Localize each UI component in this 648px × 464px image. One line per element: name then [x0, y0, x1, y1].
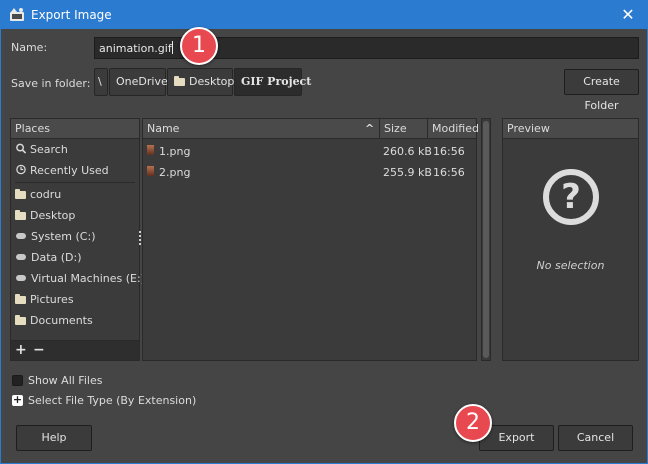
image-file-icon — [147, 145, 154, 155]
file-name-cell: 2.png — [159, 166, 191, 179]
select-file-type-label[interactable]: Select File Type (By Extension) — [28, 394, 196, 407]
folder-icon — [15, 294, 26, 304]
export-image-dialog: Export Image ✕ Name: animation.gif Save … — [0, 0, 648, 464]
place-documents-label: Documents — [30, 314, 93, 327]
place-search-label: Search — [30, 143, 68, 156]
places-panel: Places Search Recently Used codru Deskto… — [10, 118, 145, 361]
place-pictures-label: Pictures — [30, 293, 74, 306]
breadcrumb-onedrive-label: OneDrive — [116, 75, 168, 88]
place-recently-used[interactable]: Recently Used — [11, 161, 139, 182]
preview-panel: Preview ? No selection — [502, 118, 639, 361]
place-system-c-label: System (C:) — [31, 230, 96, 243]
place-desktop[interactable]: Desktop — [11, 206, 139, 227]
breadcrumb-desktop-label: Desktop — [189, 75, 235, 88]
place-recently-used-label: Recently Used — [30, 164, 109, 177]
no-selection-text: No selection — [536, 259, 605, 272]
column-divider — [379, 119, 380, 139]
drive-icon — [16, 254, 26, 260]
place-desktop-label: Desktop — [30, 209, 76, 222]
show-all-files-checkbox[interactable] — [12, 375, 23, 386]
show-all-files-label[interactable]: Show All Files — [28, 374, 102, 387]
breadcrumb-desktop[interactable]: Desktop — [167, 68, 235, 96]
place-search[interactable]: Search — [11, 140, 139, 161]
places-header: Places — [11, 119, 139, 139]
drive-icon — [16, 275, 26, 281]
places-footer: + − — [11, 340, 139, 360]
table-row[interactable]: 2.png 255.9 kB 16:56 — [143, 162, 476, 183]
place-pictures[interactable]: Pictures — [11, 290, 139, 311]
column-divider — [427, 119, 428, 139]
callout-marker-1: 1 — [180, 27, 218, 65]
question-mark-icon: ? — [543, 169, 599, 225]
name-label: Name: — [11, 41, 48, 54]
column-name-header[interactable]: Name — [147, 122, 179, 135]
gimp-app-icon — [10, 8, 24, 21]
breadcrumb-root[interactable]: \ — [94, 68, 108, 96]
remove-bookmark-button[interactable]: − — [33, 342, 45, 358]
pane-resize-handle[interactable] — [139, 231, 141, 245]
save-in-folder-label: Save in folder: — [11, 77, 91, 90]
sort-ascending-icon[interactable]: ^ — [365, 122, 374, 135]
help-button[interactable]: Help — [16, 425, 92, 451]
folder-icon — [174, 76, 185, 86]
close-icon[interactable]: ✕ — [617, 4, 639, 26]
filename-value: animation.gif — [99, 42, 172, 55]
breadcrumb-gif-project-label: GIF Project — [241, 75, 312, 88]
column-modified-header[interactable]: Modified — [432, 122, 479, 135]
image-file-icon — [147, 166, 154, 176]
breadcrumb-gif-project[interactable]: GIF Project — [234, 68, 311, 96]
breadcrumb-root-label: \ — [98, 75, 102, 88]
place-system-c[interactable]: System (C:) — [11, 227, 139, 248]
file-modified-cell: 16:56 — [433, 145, 465, 158]
place-virtual-machines-e[interactable]: Virtual Machines (E:) — [11, 269, 145, 290]
file-list-scrollbar[interactable] — [481, 118, 491, 361]
file-size-cell: 260.6 kB — [383, 145, 432, 158]
text-caret — [171, 41, 173, 54]
add-bookmark-button[interactable]: + — [15, 342, 27, 358]
create-folder-button[interactable]: Create Folder — [564, 69, 639, 112]
scrollbar-thumb[interactable] — [483, 121, 489, 358]
expander-plus-icon[interactable]: + — [12, 394, 23, 406]
file-size-cell: 255.9 kB — [383, 166, 432, 179]
title-bar: Export Image ✕ — [1, 1, 647, 29]
breadcrumb-onedrive[interactable]: OneDrive — [109, 68, 168, 96]
callout-marker-2: 2 — [454, 404, 492, 442]
window-title: Export Image — [31, 8, 112, 22]
folder-icon — [15, 189, 26, 199]
clock-icon — [16, 164, 26, 175]
file-modified-cell: 16:56 — [433, 166, 465, 179]
place-virtual-machines-e-label: Virtual Machines (E:) — [31, 272, 145, 285]
cancel-button[interactable]: Cancel — [558, 425, 633, 451]
search-icon — [16, 143, 27, 154]
file-name-cell: 1.png — [159, 145, 191, 158]
file-list-header: Name ^ Size Modified — [143, 119, 479, 139]
column-size-header[interactable]: Size — [384, 122, 407, 135]
drive-icon — [16, 233, 26, 239]
place-codru-label: codru — [30, 188, 62, 201]
filename-input[interactable]: animation.gif — [94, 37, 639, 59]
folder-icon — [15, 315, 26, 325]
places-divider — [15, 182, 135, 183]
file-list: Name ^ Size Modified 1.png 260.6 kB 16:5… — [142, 118, 479, 361]
place-data-d-label: Data (D:) — [31, 251, 82, 264]
place-documents[interactable]: Documents — [11, 311, 139, 332]
place-data-d[interactable]: Data (D:) — [11, 248, 139, 269]
place-codru[interactable]: codru — [11, 185, 139, 206]
table-row[interactable]: 1.png 260.6 kB 16:56 — [143, 141, 476, 162]
preview-header: Preview — [503, 119, 638, 139]
folder-icon — [15, 210, 26, 220]
